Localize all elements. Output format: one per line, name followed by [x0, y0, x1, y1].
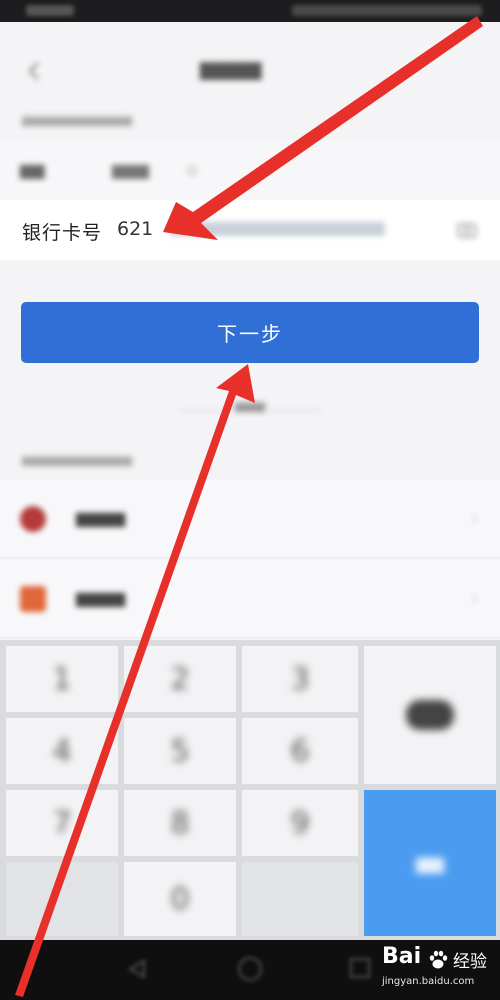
delete-key[interactable]	[364, 646, 496, 784]
key-2[interactable]: 2	[124, 646, 236, 712]
key-7[interactable]: 7	[6, 790, 118, 856]
paw-icon	[429, 950, 448, 969]
key-8[interactable]: 8	[124, 790, 236, 856]
card-number-masked	[170, 222, 385, 236]
key-4[interactable]: 4	[6, 718, 118, 784]
status-time	[26, 5, 74, 16]
cardholder-label: ▆▆	[20, 160, 45, 179]
key-blank	[6, 862, 118, 936]
key-blank	[242, 862, 358, 936]
card-number-label: 银行卡号	[22, 222, 103, 244]
card-number-row[interactable]: 银行卡号 621	[0, 200, 500, 260]
home-circle-icon[interactable]	[238, 957, 262, 981]
nav-bar: ▆▆▆▆	[0, 22, 500, 110]
bank-name: ▆▆▆▆	[76, 508, 126, 527]
bank-list-item[interactable]: ▆▆▆▆ ›	[0, 560, 500, 638]
backspace-icon	[406, 700, 454, 730]
next-button[interactable]: 下一步	[21, 302, 479, 363]
camera-icon[interactable]	[456, 220, 478, 240]
watermark-suffix: 经验	[453, 952, 487, 972]
chevron-left-icon[interactable]	[24, 60, 46, 82]
supported-banks-divider: ▅▅▅	[235, 398, 265, 413]
numeric-keypad: 1 2 3 4 5 6 7 8 9 0 ▆▆	[0, 640, 500, 940]
key-9[interactable]: 9	[242, 790, 358, 856]
back-triangle-icon[interactable]	[126, 958, 148, 980]
key-5[interactable]: 5	[124, 718, 236, 784]
key-3[interactable]: 3	[242, 646, 358, 712]
section-hint: ▅▅▅▅▅▅▅▅▅▅▅	[22, 112, 132, 127]
key-6[interactable]: 6	[242, 718, 358, 784]
recents-square-icon[interactable]	[350, 958, 370, 978]
bank-name: ▆▆▆▆	[76, 588, 126, 607]
watermark-url: jingyan.baidu.com	[382, 976, 475, 987]
key-1[interactable]: 1	[6, 646, 118, 712]
bank-logo-icon	[20, 586, 46, 612]
chevron-right-icon: ›	[471, 588, 478, 607]
bank-list-item[interactable]: ▆▆▆▆ ›	[0, 480, 500, 558]
watermark: Bai 经验 jingyan.baidu.com	[380, 942, 498, 998]
card-number-input[interactable]: 621	[117, 218, 153, 240]
watermark-brand: Bai	[382, 944, 422, 969]
cardholder-value: ▆▆▆	[112, 160, 149, 179]
cardholder-row: ▆▆ ▆▆▆ ◎	[0, 140, 500, 200]
page-title: ▆▆▆▆	[200, 56, 262, 80]
bank-logo-icon	[20, 506, 46, 532]
chevron-right-icon: ›	[471, 508, 478, 527]
support-hint: ▅▅▅▅▅▅▅▅▅▅▅	[22, 452, 132, 467]
info-icon[interactable]: ◎	[186, 162, 198, 178]
key-0[interactable]: 0	[124, 862, 236, 936]
confirm-key[interactable]: ▆▆	[364, 790, 496, 936]
status-icons	[292, 5, 482, 16]
divider-line	[265, 410, 320, 411]
status-bar	[0, 0, 500, 22]
